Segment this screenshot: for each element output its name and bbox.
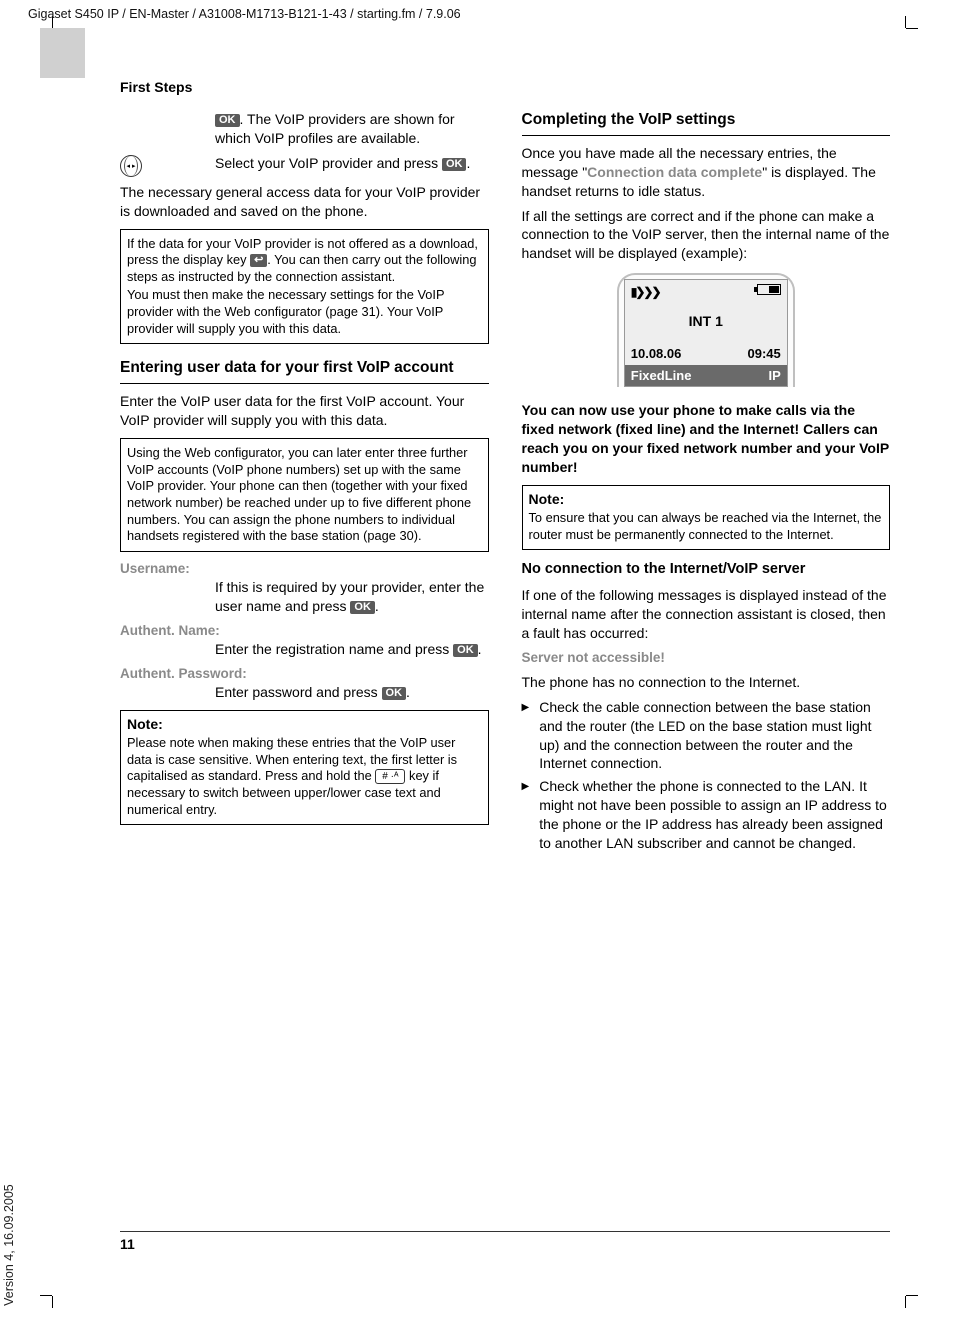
version-text: Version 4, 16.09.2005 — [1, 1184, 18, 1306]
note-title: Note: — [529, 490, 884, 508]
crop-mark — [905, 1296, 906, 1308]
nav-key-icon: ◂ ▸ — [120, 155, 142, 177]
hash-key-icon: # ·ᴬ — [375, 769, 405, 784]
ok-key-icon: OK — [350, 601, 375, 614]
ok-key-icon: OK — [442, 158, 467, 171]
right-column: Completing the VoIP settings Once you ha… — [522, 110, 891, 857]
ok-key-icon: OK — [215, 114, 240, 127]
paragraph: The necessary general access data for yo… — [120, 183, 489, 221]
text: Enter the registration name and press — [215, 641, 453, 657]
step-ok: OK. The VoIP providers are shown for whi… — [120, 110, 489, 148]
ok-key-icon: OK — [382, 687, 407, 700]
text: Enter password and press — [215, 684, 382, 700]
header-path: Gigaset S450 IP / EN-Master / A31008-M17… — [28, 6, 461, 23]
softkey-left: FixedLine — [631, 367, 692, 385]
list-item: Check the cable connection between the b… — [522, 698, 891, 774]
field-label: Authent. Name: — [120, 622, 489, 640]
text: Check the cable connection between the b… — [539, 698, 890, 774]
field-label: Username: — [120, 560, 489, 578]
text: Select your VoIP provider and press — [215, 155, 442, 171]
back-key-icon: ↩ — [250, 254, 267, 267]
step-select: ◂ ▸ Select your VoIP provider and press … — [120, 154, 489, 177]
emphasis-paragraph: You can now use your phone to make calls… — [522, 401, 891, 477]
battery-icon — [757, 284, 781, 295]
message-text: Connection data complete — [587, 164, 762, 180]
handset-name: INT 1 — [631, 312, 781, 331]
text: . The VoIP providers are shown for which… — [215, 111, 455, 146]
paragraph: If all the settings are correct and if t… — [522, 207, 891, 264]
field-desc: Enter password and press OK. — [120, 683, 489, 702]
page-number: 11 — [120, 1235, 135, 1254]
info-box: Using the Web configurator, you can late… — [120, 438, 489, 552]
note-box: Note: Please note when making these entr… — [120, 710, 489, 825]
text: Check whether the phone is connected to … — [539, 777, 890, 853]
text: You must then make the necessary setting… — [127, 287, 482, 337]
note-title: Note: — [127, 715, 482, 733]
margin-block — [40, 28, 85, 78]
field-label: Authent. Password: — [120, 665, 489, 683]
signal-icon: ▮❯❯❯ — [631, 284, 660, 300]
bullet-list: Check the cable connection between the b… — [522, 698, 891, 853]
screen-time: 09:45 — [748, 345, 781, 363]
softkey-right: IP — [768, 367, 780, 385]
section-title: First Steps — [120, 78, 192, 97]
ok-key-icon: OK — [453, 644, 478, 657]
paragraph: Enter the VoIP user data for the first V… — [120, 392, 489, 430]
crop-mark — [906, 28, 918, 29]
phone-illustration: ▮❯❯❯ INT 1 10.08.06 09:45 FixedLine IP — [617, 273, 795, 387]
crop-mark — [906, 1295, 918, 1296]
left-column: OK. The VoIP providers are shown for whi… — [120, 110, 489, 857]
footer-rule — [120, 1231, 890, 1232]
subheading: No connection to the Internet/VoIP serve… — [522, 560, 891, 580]
field-desc: If this is required by your provider, en… — [120, 578, 489, 616]
text: To ensure that you can always be reached… — [529, 510, 884, 543]
field-desc: Enter the registration name and press OK… — [120, 640, 489, 659]
subheading: Completing the VoIP settings — [522, 110, 891, 136]
paragraph: If one of the following messages is disp… — [522, 586, 891, 643]
paragraph: The phone has no connection to the Inter… — [522, 673, 891, 692]
screen-date: 10.08.06 — [631, 345, 682, 363]
error-message: Server not accessible! — [522, 649, 891, 667]
content-area: OK. The VoIP providers are shown for whi… — [120, 110, 890, 857]
info-box: If the data for your VoIP provider is no… — [120, 229, 489, 345]
subheading: Entering user data for your first VoIP a… — [120, 358, 489, 384]
paragraph: Once you have made all the necessary ent… — [522, 144, 891, 201]
crop-mark — [40, 1295, 52, 1296]
phone-screen: ▮❯❯❯ INT 1 10.08.06 09:45 FixedLine IP — [624, 279, 788, 387]
crop-mark — [52, 1296, 53, 1308]
list-item: Check whether the phone is connected to … — [522, 777, 891, 853]
note-box: Note: To ensure that you can always be r… — [522, 485, 891, 550]
crop-mark — [905, 16, 906, 28]
text: Using the Web configurator, you can late… — [127, 445, 482, 545]
